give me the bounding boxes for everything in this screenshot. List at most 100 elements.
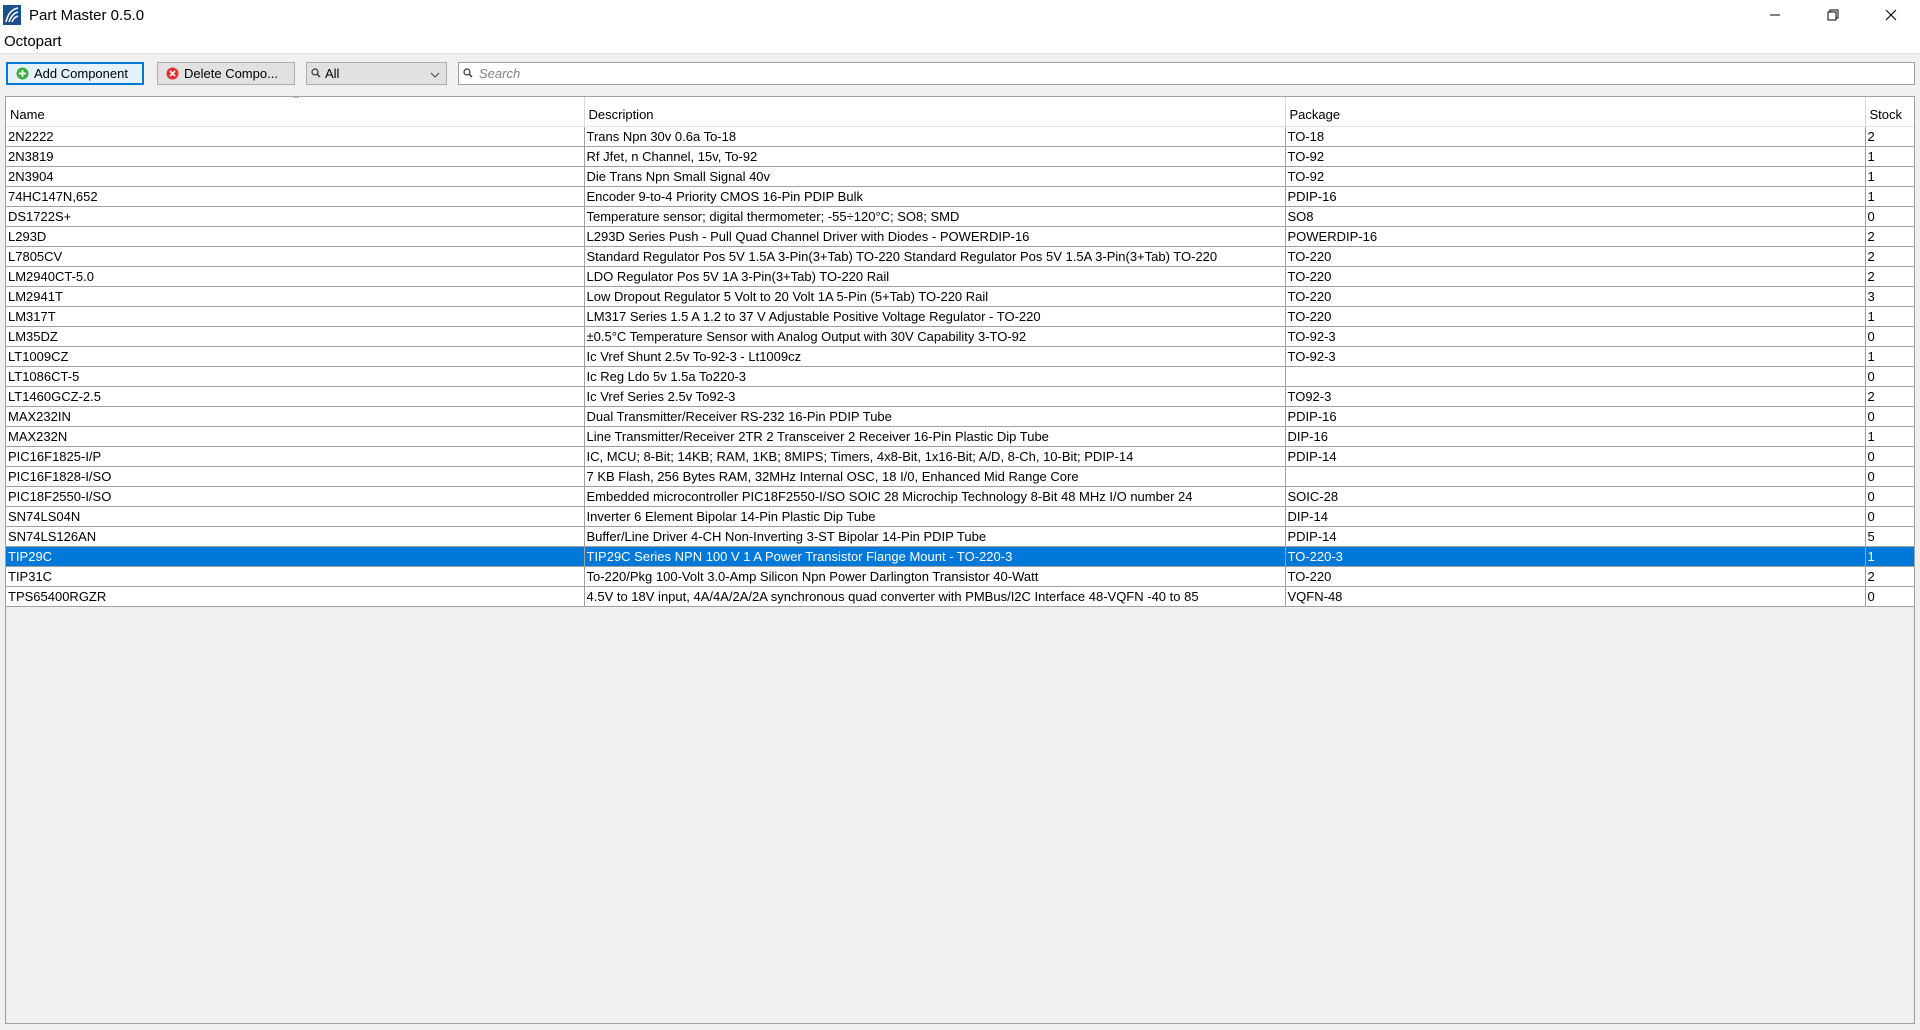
cell-description: Ic Vref Shunt 2.5v To-92-3 - Lt1009cz bbox=[584, 346, 1286, 367]
cell-stock: 1 bbox=[1865, 166, 1914, 187]
cell-stock: 2 bbox=[1865, 266, 1914, 287]
cell-stock: 0 bbox=[1865, 446, 1914, 467]
table-row[interactable]: L293D L293D Series Push - Pull Quad Chann… bbox=[6, 226, 1914, 247]
table-row[interactable]: PIC18F2550-I/SO Embedded microcontroller … bbox=[6, 486, 1914, 507]
delete-icon bbox=[166, 67, 179, 80]
table-row[interactable]: TIP31C To-220/Pkg 100-Volt 3.0-Amp Silico… bbox=[6, 566, 1914, 587]
cell-name: LT1009CZ bbox=[6, 346, 585, 367]
table-row[interactable]: LM317T LM317 Series 1.5 A 1.2 to 37 V Adj… bbox=[6, 306, 1914, 327]
table-row[interactable]: LM35DZ ±0.5°C Temperature Sensor with Ana… bbox=[6, 326, 1914, 347]
cell-package bbox=[1285, 466, 1866, 487]
cell-package: TO-220-3 bbox=[1285, 546, 1866, 567]
cell-description: ±0.5°C Temperature Sensor with Analog Ou… bbox=[584, 326, 1286, 347]
cell-stock: 0 bbox=[1865, 406, 1914, 427]
cell-name: 2N3904 bbox=[6, 166, 585, 187]
table-row[interactable]: MAX232N Line Transmitter/Receiver 2TR 2 T… bbox=[6, 426, 1914, 447]
table-row[interactable]: 2N3904 Die Trans Npn Small Signal 40v TO-9… bbox=[6, 166, 1914, 187]
cell-stock: 0 bbox=[1865, 506, 1914, 527]
table-row[interactable]: 74HC147N,652 Encoder 9-to-4 Priority CMOS… bbox=[6, 186, 1914, 207]
cell-stock: 3 bbox=[1865, 286, 1914, 307]
cell-description: Line Transmitter/Receiver 2TR 2 Transcei… bbox=[584, 426, 1286, 447]
table-row[interactable]: MAX232IN Dual Transmitter/Receiver RS-232… bbox=[6, 406, 1914, 427]
table-row[interactable]: LT1009CZ Ic Vref Shunt 2.5v To-92-3 - Lt1… bbox=[6, 346, 1914, 367]
column-header-package[interactable]: Package bbox=[1285, 97, 1866, 127]
cell-stock: 2 bbox=[1865, 566, 1914, 587]
cell-description: Rf Jfet, n Channel, 15v, To-92 bbox=[584, 146, 1286, 167]
table-row[interactable]: PIC16F1828-I/SO 7 KB Flash, 256 Bytes RAM… bbox=[6, 466, 1914, 487]
cell-package: TO-92-3 bbox=[1285, 346, 1866, 367]
cell-stock: 1 bbox=[1865, 426, 1914, 447]
close-button[interactable] bbox=[1862, 0, 1920, 30]
cell-name: LM317T bbox=[6, 306, 585, 327]
cell-package: SOIC-28 bbox=[1285, 486, 1866, 507]
table-row[interactable]: PIC16F1825-I/P IC, MCU; 8-Bit; 14KB; RAM,… bbox=[6, 446, 1914, 467]
cell-stock: 0 bbox=[1865, 586, 1914, 607]
cell-name: PIC18F2550-I/SO bbox=[6, 486, 585, 507]
table-row[interactable]: SN74LS04N Inverter 6 Element Bipolar 14-P… bbox=[6, 506, 1914, 527]
cell-name: PIC16F1828-I/SO bbox=[6, 466, 585, 487]
cell-package: TO-220 bbox=[1285, 286, 1866, 307]
cell-description: LM317 Series 1.5 A 1.2 to 37 V Adjustabl… bbox=[584, 306, 1286, 327]
table-body: 2N2222 Trans Npn 30v 0.6a To-18 TO-18 2 2N38… bbox=[6, 126, 1914, 607]
cell-name: MAX232N bbox=[6, 426, 585, 447]
filter-select[interactable]: All bbox=[306, 62, 447, 85]
menu-octopart[interactable]: Octopart bbox=[0, 33, 66, 50]
minimize-button[interactable] bbox=[1746, 0, 1804, 30]
cell-name: L293D bbox=[6, 226, 585, 247]
cell-package: TO-220 bbox=[1285, 246, 1866, 267]
search-input[interactable] bbox=[477, 65, 1877, 82]
table-row[interactable]: L7805CV Standard Regulator Pos 5V 1.5A 3-… bbox=[6, 246, 1914, 267]
cell-package: POWERDIP-16 bbox=[1285, 226, 1866, 247]
table-row[interactable]: LT1460GCZ-2.5 Ic Vref Series 2.5v To92-3 T… bbox=[6, 386, 1914, 407]
cell-name: LM2941T bbox=[6, 286, 585, 307]
cell-stock: 1 bbox=[1865, 546, 1914, 567]
cell-name: L7805CV bbox=[6, 246, 585, 267]
cell-stock: 2 bbox=[1865, 226, 1914, 247]
delete-component-button[interactable]: Delete Compo... bbox=[157, 62, 295, 85]
cell-package: PDIP-16 bbox=[1285, 186, 1866, 207]
table-row[interactable]: DS1722S+ Temperature sensor; digital ther… bbox=[6, 206, 1914, 227]
table-row[interactable]: TIP29C TIP29C Series NPN 100 V 1 A Power … bbox=[6, 546, 1914, 567]
cell-stock: 0 bbox=[1865, 466, 1914, 487]
column-header-stock[interactable]: Stock bbox=[1865, 97, 1914, 127]
toolbar: Add Component Delete Compo... All bbox=[0, 56, 1920, 92]
column-header-description[interactable]: Description bbox=[584, 97, 1286, 127]
cell-name: DS1722S+ bbox=[6, 206, 585, 227]
window-title: Part Master 0.5.0 bbox=[29, 6, 145, 24]
cell-stock: 2 bbox=[1865, 126, 1914, 147]
table-row[interactable]: TPS65400RGZR 4.5V to 18V input, 4A/4A/2A/… bbox=[6, 586, 1914, 607]
cell-description: Dual Transmitter/Receiver RS-232 16-Pin … bbox=[584, 406, 1286, 427]
add-component-button[interactable]: Add Component bbox=[6, 62, 144, 85]
cell-stock: 2 bbox=[1865, 386, 1914, 407]
table-row[interactable]: LT1086CT-5 Ic Reg Ldo 5v 1.5a To220-3 0 bbox=[6, 366, 1914, 387]
table-row[interactable]: LM2940CT-5.0 LDO Regulator Pos 5V 1A 3-Pi… bbox=[6, 266, 1914, 287]
cell-stock: 2 bbox=[1865, 246, 1914, 267]
cell-package: TO-92 bbox=[1285, 166, 1866, 187]
cell-description: Low Dropout Regulator 5 Volt to 20 Volt … bbox=[584, 286, 1286, 307]
cell-description: Trans Npn 30v 0.6a To-18 bbox=[584, 126, 1286, 147]
cell-name: SN74LS04N bbox=[6, 506, 585, 527]
table-row[interactable]: 2N2222 Trans Npn 30v 0.6a To-18 TO-18 2 bbox=[6, 126, 1914, 147]
cell-name: LM35DZ bbox=[6, 326, 585, 347]
chevron-down-icon bbox=[430, 68, 440, 83]
cell-package: PDIP-14 bbox=[1285, 446, 1866, 467]
cell-stock: 1 bbox=[1865, 306, 1914, 327]
cell-stock: 0 bbox=[1865, 326, 1914, 347]
table-row[interactable]: SN74LS126AN Buffer/Line Driver 4-CH Non-I… bbox=[6, 526, 1914, 547]
cell-name: LM2940CT-5.0 bbox=[6, 266, 585, 287]
table-row[interactable]: LM2941T Low Dropout Regulator 5 Volt to 2… bbox=[6, 286, 1914, 307]
cell-description: Ic Reg Ldo 5v 1.5a To220-3 bbox=[584, 366, 1286, 387]
cell-description: Inverter 6 Element Bipolar 14-Pin Plasti… bbox=[584, 506, 1286, 527]
cell-stock: 1 bbox=[1865, 146, 1914, 167]
cell-stock: 0 bbox=[1865, 486, 1914, 507]
cell-description: Standard Regulator Pos 5V 1.5A 3-Pin(3+T… bbox=[584, 246, 1286, 267]
sort-ascending-icon: ⌃ bbox=[292, 97, 301, 106]
column-header-name[interactable]: ⌃ Name bbox=[6, 97, 585, 127]
table-row[interactable]: 2N3819 Rf Jfet, n Channel, 15v, To-92 TO-9… bbox=[6, 146, 1914, 167]
cell-name: SN74LS126AN bbox=[6, 526, 585, 547]
search-box bbox=[458, 62, 1915, 85]
cell-description: Die Trans Npn Small Signal 40v bbox=[584, 166, 1286, 187]
window-controls bbox=[1746, 0, 1920, 30]
restore-button[interactable] bbox=[1804, 0, 1862, 30]
cell-description: TIP29C Series NPN 100 V 1 A Power Transi… bbox=[584, 546, 1286, 567]
